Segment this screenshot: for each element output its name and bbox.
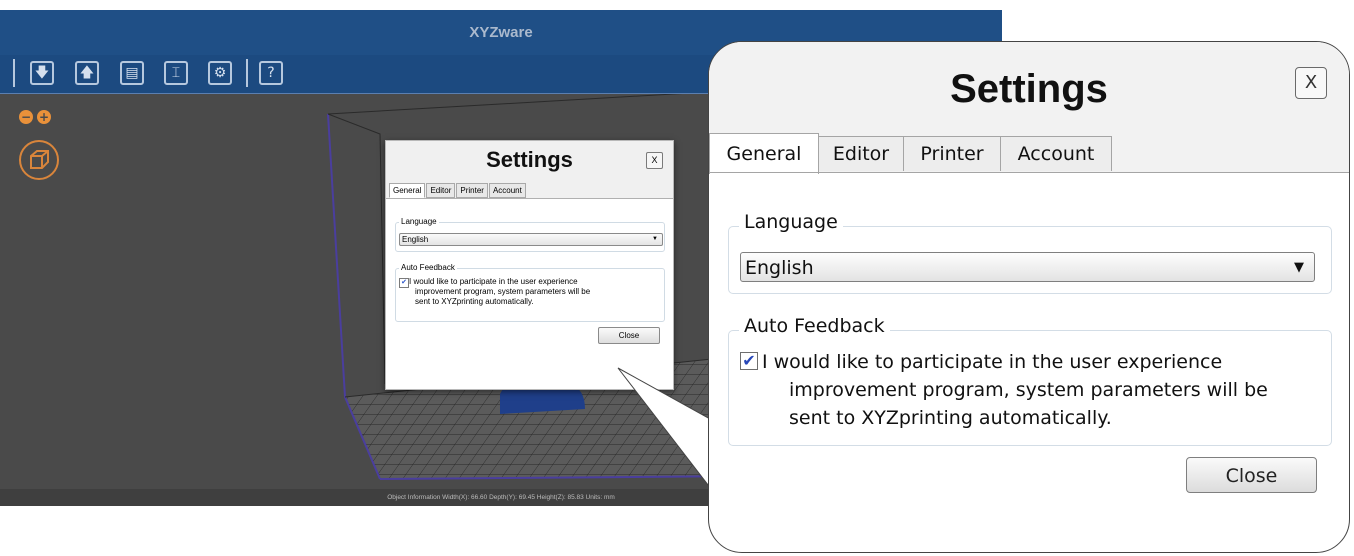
chevron-down-icon: ▼ — [1294, 260, 1304, 275]
dialog-title: Settings — [950, 67, 1108, 111]
tab-editor[interactable]: Editor — [818, 136, 904, 171]
language-select[interactable]: English ▼ — [740, 252, 1315, 282]
tab-divider — [709, 172, 1349, 173]
feedback-line-1: I would like to participate in the user … — [762, 351, 1223, 373]
language-value: English — [745, 257, 814, 279]
auto-feedback-label: Auto Feedback — [739, 315, 890, 337]
close-button[interactable]: Close — [1186, 457, 1317, 493]
auto-feedback-group: Auto Feedback ✔ I would like to particip… — [728, 315, 1332, 446]
language-group: Language English ▼ — [728, 211, 1332, 294]
tab-account[interactable]: Account — [1000, 136, 1112, 171]
feedback-line-2: improvement program, system parameters w… — [789, 379, 1268, 401]
feedback-checkbox[interactable]: ✔ — [740, 352, 758, 370]
close-icon[interactable]: X — [1295, 67, 1327, 99]
feedback-line-3: sent to XYZprinting automatically. — [789, 407, 1112, 429]
tab-printer[interactable]: Printer — [903, 136, 1001, 171]
feedback-text: I would like to participate in the user … — [762, 348, 1322, 432]
tab-general[interactable]: General — [709, 133, 819, 174]
settings-dialog-zoomed: Settings X General Editor Printer Accoun… — [708, 41, 1350, 553]
language-label: Language — [739, 211, 843, 233]
